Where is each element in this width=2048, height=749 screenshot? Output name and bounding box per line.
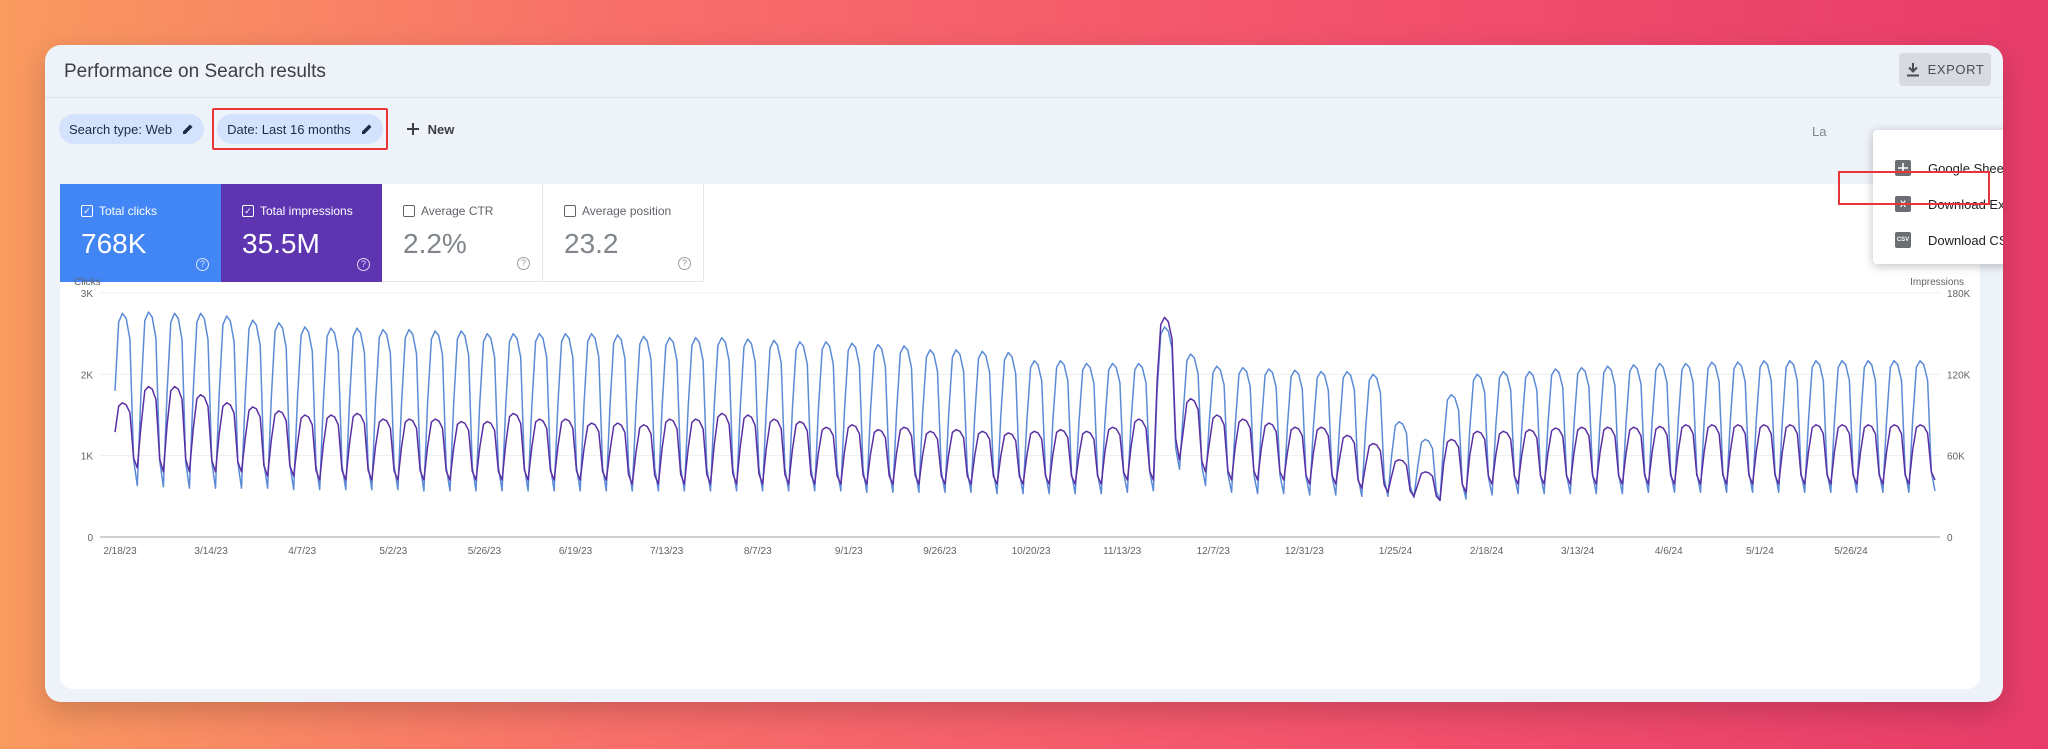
y-tick-label-right: 60K	[1947, 452, 1965, 463]
edit-icon[interactable]	[182, 123, 194, 135]
performance-chart: 0 0 1K 60K 2K 120K 3K 180K Clicks Impressions 2/18…	[74, 277, 1971, 557]
x-tick-label: 6/19/23	[559, 546, 593, 557]
page-title: Performance on Search results	[64, 61, 326, 82]
x-tick-label: 5/1/24	[1746, 546, 1774, 557]
y-tick-label-left: 2K	[81, 370, 94, 381]
performance-card: Performance on Search results EXPORT Sea…	[45, 45, 2003, 702]
search-type-label: Search type: Web	[69, 121, 173, 137]
edit-icon[interactable]	[361, 123, 373, 135]
date-chip[interactable]: Date: Last 16 months	[217, 114, 383, 144]
x-tick-label: 12/7/23	[1197, 546, 1231, 557]
x-tick-label: 8/7/23	[744, 546, 772, 557]
filter-bar: Search type: Web Date: Last 16 months Ne…	[59, 107, 2003, 151]
x-tick-label: 9/1/23	[835, 546, 863, 557]
x-tick-label: 1/25/24	[1379, 546, 1413, 557]
chart-panel: ✓ Total clicks 768K ? ✓ Total impressions …	[60, 184, 1980, 689]
x-tick-label: 2/18/23	[103, 546, 137, 557]
x-tick-label: 4/6/24	[1655, 546, 1683, 557]
x-tick-label: 3/13/24	[1561, 546, 1595, 557]
x-tick-label: 10/20/23	[1012, 546, 1051, 557]
partial-label: La	[1812, 124, 1827, 139]
y-tick-label-right: 180K	[1947, 289, 1971, 300]
x-tick-label: 7/13/23	[650, 546, 684, 557]
y-tick-label-left: 0	[87, 533, 93, 544]
download-csv-highlight	[1838, 171, 1990, 205]
y-tick-label-right: 0	[1947, 533, 1953, 544]
x-tick-label: 4/7/23	[288, 546, 316, 557]
download-icon	[1906, 63, 1919, 77]
date-label: Date: Last 16 months	[227, 121, 351, 137]
x-tick-label: 2/18/24	[1470, 546, 1504, 557]
header-bar: Performance on Search results EXPORT	[45, 45, 2003, 98]
x-tick-label: 12/31/23	[1285, 546, 1324, 557]
x-tick-label: 9/26/23	[923, 546, 957, 557]
new-label: New	[427, 121, 455, 137]
y-tick-label-left: 3K	[81, 289, 94, 300]
search-type-chip[interactable]: Search type: Web	[59, 114, 205, 144]
plus-icon	[406, 123, 419, 135]
x-tick-label: 5/2/23	[379, 546, 407, 557]
menu-item-download-csv[interactable]: CSV Download CSV	[1873, 223, 2003, 257]
export-label: EXPORT	[1927, 62, 1985, 77]
new-filter-button[interactable]: New	[400, 122, 461, 137]
x-tick-label: 5/26/24	[1834, 546, 1868, 557]
y-axis-label-left: Clicks	[74, 277, 101, 288]
y-tick-label-right: 120K	[1947, 370, 1971, 381]
y-tick-label-left: 1K	[81, 452, 94, 463]
y-axis-label-right: Impressions	[1910, 277, 1964, 288]
x-tick-label: 3/14/23	[194, 546, 228, 557]
x-tick-label: 11/13/23	[1103, 546, 1142, 557]
x-tick-label: 5/26/23	[468, 546, 502, 557]
date-chip-highlight: Date: Last 16 months	[212, 108, 388, 150]
menu-item-label: Download CSV	[1928, 232, 2003, 248]
csv-icon: CSV	[1895, 232, 1911, 248]
export-button[interactable]: EXPORT	[1899, 53, 1991, 86]
